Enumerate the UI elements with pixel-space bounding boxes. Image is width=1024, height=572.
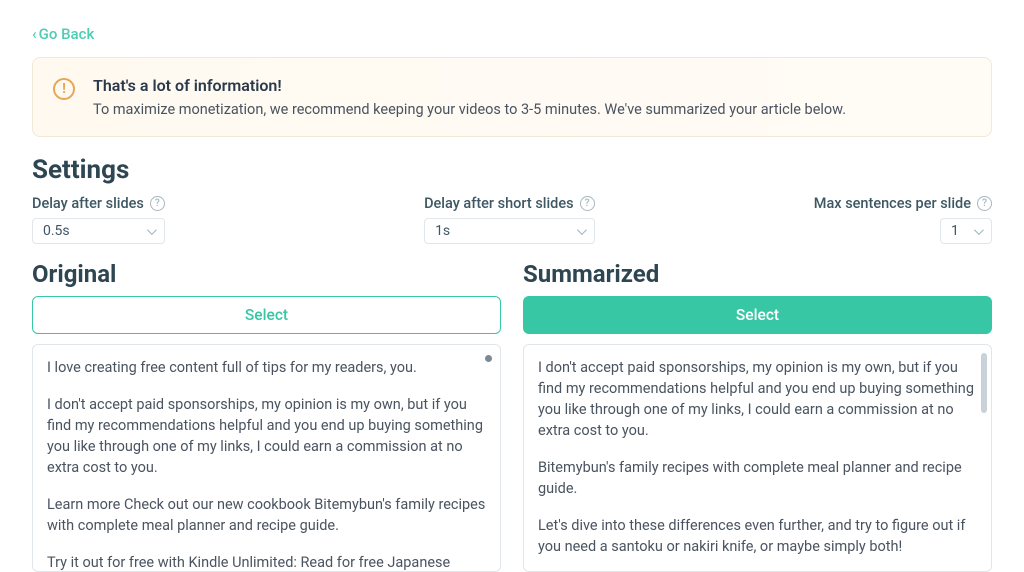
- delay-short-slides-select[interactable]: 1s: [424, 218, 595, 244]
- select-value: 0.5s: [43, 223, 70, 239]
- setting-max-sentences: Max sentences per slide ? 1: [814, 195, 992, 244]
- setting-delay-after-short-slides: Delay after short slides ? 1s: [424, 195, 595, 244]
- chevron-down-icon: [147, 225, 157, 235]
- settings-row: Delay after slides ? 0.5s Delay after sh…: [32, 195, 992, 244]
- alert-title: That's a lot of information!: [93, 76, 846, 95]
- columns: Original Select I love creating free con…: [32, 260, 992, 572]
- label-text: Delay after short slides: [424, 195, 574, 212]
- help-icon[interactable]: ?: [977, 196, 992, 211]
- go-back-label: Go Back: [39, 25, 95, 43]
- setting-label: Delay after slides ?: [32, 195, 165, 212]
- chevron-down-icon: [577, 225, 587, 235]
- settings-heading: Settings: [32, 155, 992, 185]
- delay-slides-select[interactable]: 0.5s: [32, 218, 165, 244]
- alert-body: To maximize monetization, we recommend k…: [93, 101, 846, 118]
- select-value: 1: [951, 223, 959, 239]
- original-paragraph: I don't accept paid sponsorships, my opi…: [47, 394, 486, 478]
- original-title: Original: [32, 260, 501, 288]
- summarized-paragraph: Bitemybun's family recipes with complete…: [538, 457, 977, 499]
- scrollbar-thumb[interactable]: [981, 353, 987, 413]
- setting-delay-after-slides: Delay after slides ? 0.5s: [32, 195, 165, 244]
- chevron-down-icon: [974, 225, 984, 235]
- original-textarea[interactable]: I love creating free content full of tip…: [32, 344, 501, 572]
- select-value: 1s: [435, 223, 450, 239]
- original-paragraph: Try it out for free with Kindle Unlimite…: [47, 552, 486, 572]
- info-alert: ! That's a lot of information! To maximi…: [32, 57, 992, 137]
- select-original-button[interactable]: Select: [32, 296, 501, 334]
- summarized-column: Summarized Select I don't accept paid sp…: [523, 260, 992, 572]
- select-summarized-button[interactable]: Select: [523, 296, 992, 334]
- max-sentences-select[interactable]: 1: [940, 218, 992, 244]
- setting-label: Delay after short slides ?: [424, 195, 595, 212]
- summarized-paragraph: Let's dive into these differences even f…: [538, 515, 977, 557]
- help-icon[interactable]: ?: [580, 196, 595, 211]
- summarized-textarea[interactable]: I don't accept paid sponsorships, my opi…: [523, 344, 992, 572]
- chevron-left-icon: ‹: [32, 25, 37, 43]
- exclamation-icon: !: [53, 78, 75, 100]
- label-text: Delay after slides: [32, 195, 144, 212]
- help-icon[interactable]: ?: [150, 196, 165, 211]
- setting-label: Max sentences per slide ?: [814, 195, 992, 212]
- summarized-paragraph: I don't accept paid sponsorships, my opi…: [538, 357, 977, 441]
- go-back-link[interactable]: ‹ Go Back: [32, 25, 94, 43]
- label-text: Max sentences per slide: [814, 195, 971, 212]
- original-column: Original Select I love creating free con…: [32, 260, 501, 572]
- scroll-indicator-icon: [485, 355, 492, 362]
- original-paragraph: Learn more Check out our new cookbook Bi…: [47, 494, 486, 536]
- original-paragraph: I love creating free content full of tip…: [47, 357, 486, 378]
- summarized-title: Summarized: [523, 260, 992, 288]
